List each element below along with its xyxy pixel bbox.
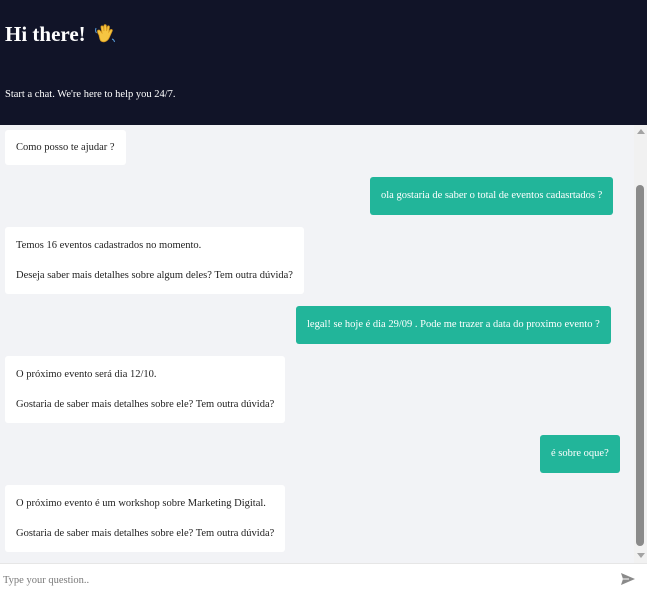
message-text: ola gostaria de saber o total de eventos… (381, 190, 603, 201)
chat-header: Hi there! Start a chat. We're here to he… (0, 0, 647, 125)
message-text: legal! se hoje é dia 29/09 . Pode me tra… (307, 319, 600, 330)
send-button[interactable] (620, 572, 638, 588)
header-title: Hi there! (5, 22, 86, 46)
message-text: O próximo evento é um workshop sobre Mar… (16, 497, 266, 509)
bot-message: Temos 16 eventos cadastrados no momento.… (5, 227, 304, 294)
message-text: O próximo evento será dia 12/10. (16, 368, 157, 380)
message-text: Temos 16 eventos cadastrados no momento. (16, 239, 202, 251)
header-title-row: Hi there! (5, 20, 117, 48)
message-text: Gostaria de saber mais detalhes sobre el… (16, 398, 275, 410)
waving-hand-icon (93, 22, 117, 46)
message-list[interactable]: Como posso te ajudar ? ola gostaria de s… (0, 125, 634, 563)
question-input[interactable] (0, 568, 600, 592)
user-message: ola gostaria de saber o total de eventos… (370, 177, 614, 215)
bot-message: O próximo evento é um workshop sobre Mar… (5, 485, 286, 552)
user-message: é sobre oque? (540, 435, 620, 473)
message-text: Gostaria de saber mais detalhes sobre el… (16, 527, 275, 539)
send-icon (621, 573, 635, 585)
scroll-down-arrow-icon[interactable] (637, 553, 645, 558)
message-text: é sobre oque? (551, 448, 609, 459)
user-message: legal! se hoje é dia 29/09 . Pode me tra… (296, 306, 611, 344)
message-scrollbar[interactable] (634, 125, 647, 563)
scrollbar-thumb[interactable] (636, 185, 644, 546)
chat-input-bar (0, 563, 647, 595)
message-text: Deseja saber mais detalhes sobre algum d… (16, 269, 293, 281)
bot-message: Como posso te ajudar ? (5, 130, 126, 165)
scroll-up-arrow-icon[interactable] (637, 129, 645, 134)
header-subtitle: Start a chat. We're here to help you 24/… (5, 89, 176, 100)
bot-message: O próximo evento será dia 12/10. Gostari… (5, 356, 286, 423)
message-text: Como posso te ajudar ? (16, 141, 115, 153)
